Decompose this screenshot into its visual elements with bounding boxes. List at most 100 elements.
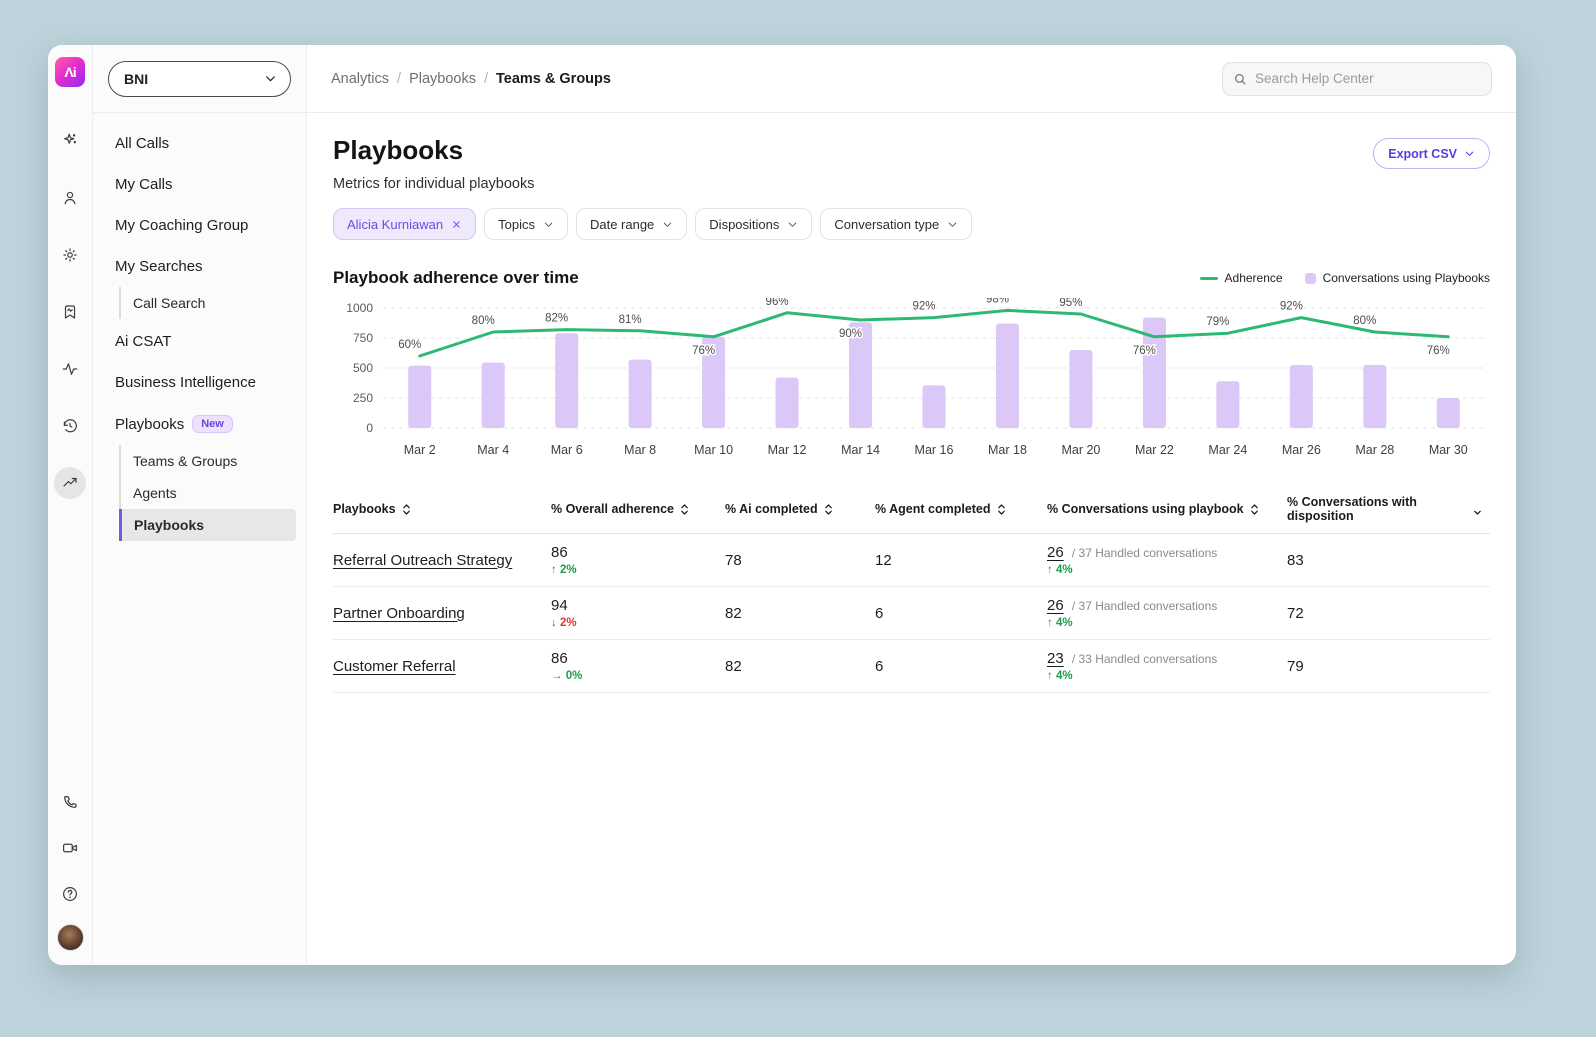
conversations-bar[interactable]	[408, 366, 431, 428]
sidebar-item-playbooks[interactable]: Playbooks New	[105, 403, 296, 445]
filter-conversation-type[interactable]: Conversation type	[820, 208, 972, 240]
adherence-point-label: 90%	[839, 328, 862, 340]
conversations-count-link[interactable]: 26	[1047, 597, 1064, 614]
col-conversations-with-disposition[interactable]: % Conversations with disposition	[1287, 485, 1490, 534]
col-overall-adherence[interactable]: % Overall adherence	[551, 485, 725, 534]
adherence-point-label: 95%	[1059, 298, 1082, 309]
help-search[interactable]	[1222, 62, 1492, 96]
conversations-bar[interactable]	[1069, 350, 1092, 428]
saved-search-icon[interactable]	[54, 296, 86, 328]
filter-bar: Alicia Kurniawan Topics Date range Dispo…	[333, 208, 1490, 240]
sidebar-item-all-calls[interactable]: All Calls	[105, 123, 296, 164]
conversations-bar[interactable]	[1216, 381, 1239, 428]
sidebar-item-my-coaching-group[interactable]: My Coaching Group	[105, 205, 296, 246]
filter-dispositions[interactable]: Dispositions	[695, 208, 812, 240]
col-ai-completed[interactable]: % Ai completed	[725, 485, 875, 534]
conversations-count-link[interactable]: 26	[1047, 544, 1064, 561]
phone-icon[interactable]	[54, 786, 86, 818]
x-tick-label: Mar 6	[551, 443, 583, 457]
handled-conversations-label: / 37 Handled conversations	[1072, 599, 1217, 613]
user-icon[interactable]	[54, 182, 86, 214]
export-csv-button[interactable]: Export CSV	[1373, 138, 1490, 169]
sidebar-item-business-intelligence[interactable]: Business Intelligence	[105, 362, 296, 403]
conversations-bar[interactable]	[482, 363, 505, 428]
x-tick-label: Mar 28	[1355, 443, 1394, 457]
agent-completed-value: 12	[875, 552, 892, 569]
ai-completed-value: 78	[725, 552, 742, 569]
x-tick-label: Mar 14	[841, 443, 880, 457]
chart-legend: Adherence Conversations using Playbooks	[1200, 271, 1490, 285]
help-search-input[interactable]	[1255, 71, 1481, 86]
conversations-bar[interactable]	[1290, 365, 1313, 428]
conversations-bar[interactable]	[1363, 365, 1386, 428]
chevron-down-icon	[787, 219, 798, 230]
conversations-delta: ↑ 4%	[1047, 564, 1279, 576]
sidebar-item-playbooks-sub[interactable]: Playbooks	[119, 509, 296, 541]
sidebar-item-teams-groups[interactable]: Teams & Groups	[121, 445, 296, 477]
col-conversations-using-playbook[interactable]: % Conversations using playbook	[1047, 485, 1287, 534]
conversations-bar[interactable]	[555, 333, 578, 428]
agent-completed-value: 6	[875, 658, 883, 675]
sidebar-item-ai-csat[interactable]: Ai CSAT	[105, 321, 296, 362]
video-icon[interactable]	[54, 832, 86, 864]
page-subtitle: Metrics for individual playbooks	[333, 176, 1490, 192]
x-tick-label: Mar 26	[1282, 443, 1321, 457]
conversations-count-link[interactable]: 23	[1047, 650, 1064, 667]
breadcrumb: Analytics / Playbooks / Teams & Groups	[331, 71, 611, 87]
overall-adherence-delta: ↑ 2%	[551, 564, 717, 576]
new-badge: New	[192, 415, 233, 433]
overall-adherence-value: 86	[551, 650, 717, 667]
x-tick-label: Mar 12	[768, 443, 807, 457]
user-avatar[interactable]	[57, 924, 84, 951]
icon-rail: Λi	[48, 45, 93, 965]
sidebar-item-agents[interactable]: Agents	[121, 477, 296, 509]
help-icon[interactable]	[54, 878, 86, 910]
playbook-link[interactable]: Referral Outreach Strategy	[333, 552, 512, 569]
chevron-down-icon	[264, 72, 277, 85]
sidebar-item-my-searches[interactable]: My Searches	[105, 246, 296, 287]
conversations-delta: ↑ 4%	[1047, 617, 1279, 629]
sidebar-item-my-calls[interactable]: My Calls	[105, 164, 296, 205]
conversations-bar[interactable]	[776, 378, 799, 428]
breadcrumb-playbooks[interactable]: Playbooks	[409, 71, 476, 87]
overall-adherence-delta: → 0%	[551, 670, 717, 682]
adherence-line-swatch	[1200, 277, 1218, 280]
y-tick-label: 250	[353, 391, 373, 405]
overall-adherence-value: 86	[551, 544, 717, 561]
app-logo-icon[interactable]: Λi	[55, 57, 85, 87]
breadcrumb-analytics[interactable]: Analytics	[331, 71, 389, 87]
conversations-bar[interactable]	[996, 324, 1019, 428]
adherence-point-label: 98%	[986, 298, 1009, 305]
workspace-selector[interactable]: BNI	[108, 61, 291, 97]
conversations-bar[interactable]	[629, 360, 652, 428]
conversations-bar[interactable]	[1437, 398, 1460, 428]
legend-adherence: Adherence	[1200, 271, 1283, 285]
gear-icon[interactable]	[54, 239, 86, 271]
col-playbooks[interactable]: Playbooks	[333, 485, 551, 534]
x-tick-label: Mar 22	[1135, 443, 1174, 457]
x-tick-label: Mar 18	[988, 443, 1027, 457]
sidebar-item-call-search[interactable]: Call Search	[121, 287, 296, 319]
playbook-link[interactable]: Partner Onboarding	[333, 605, 465, 622]
history-icon[interactable]	[54, 410, 86, 442]
main-area: Analytics / Playbooks / Teams & Groups P…	[307, 45, 1516, 965]
playbooks-table: Playbooks % Overall adherence % Ai compl…	[333, 485, 1490, 693]
col-agent-completed[interactable]: % Agent completed	[875, 485, 1047, 534]
conversations-bar[interactable]	[923, 385, 946, 428]
filter-date-range[interactable]: Date range	[576, 208, 687, 240]
trending-up-icon[interactable]	[54, 467, 86, 499]
adherence-point-label: 80%	[472, 315, 495, 327]
overall-adherence-value: 94	[551, 597, 717, 614]
close-icon[interactable]	[451, 219, 462, 230]
sparkles-icon[interactable]	[54, 125, 86, 157]
playbook-link[interactable]: Customer Referral	[333, 658, 456, 675]
sidebar: BNI All Calls My Calls My Coaching Group…	[93, 45, 307, 965]
chevron-down-icon	[947, 219, 958, 230]
activity-icon[interactable]	[54, 353, 86, 385]
filter-topics[interactable]: Topics	[484, 208, 568, 240]
ai-completed-value: 82	[725, 605, 742, 622]
x-tick-label: Mar 10	[694, 443, 733, 457]
filter-chip-user[interactable]: Alicia Kurniawan	[333, 208, 476, 240]
x-tick-label: Mar 24	[1208, 443, 1247, 457]
adherence-point-label: 81%	[619, 314, 642, 326]
